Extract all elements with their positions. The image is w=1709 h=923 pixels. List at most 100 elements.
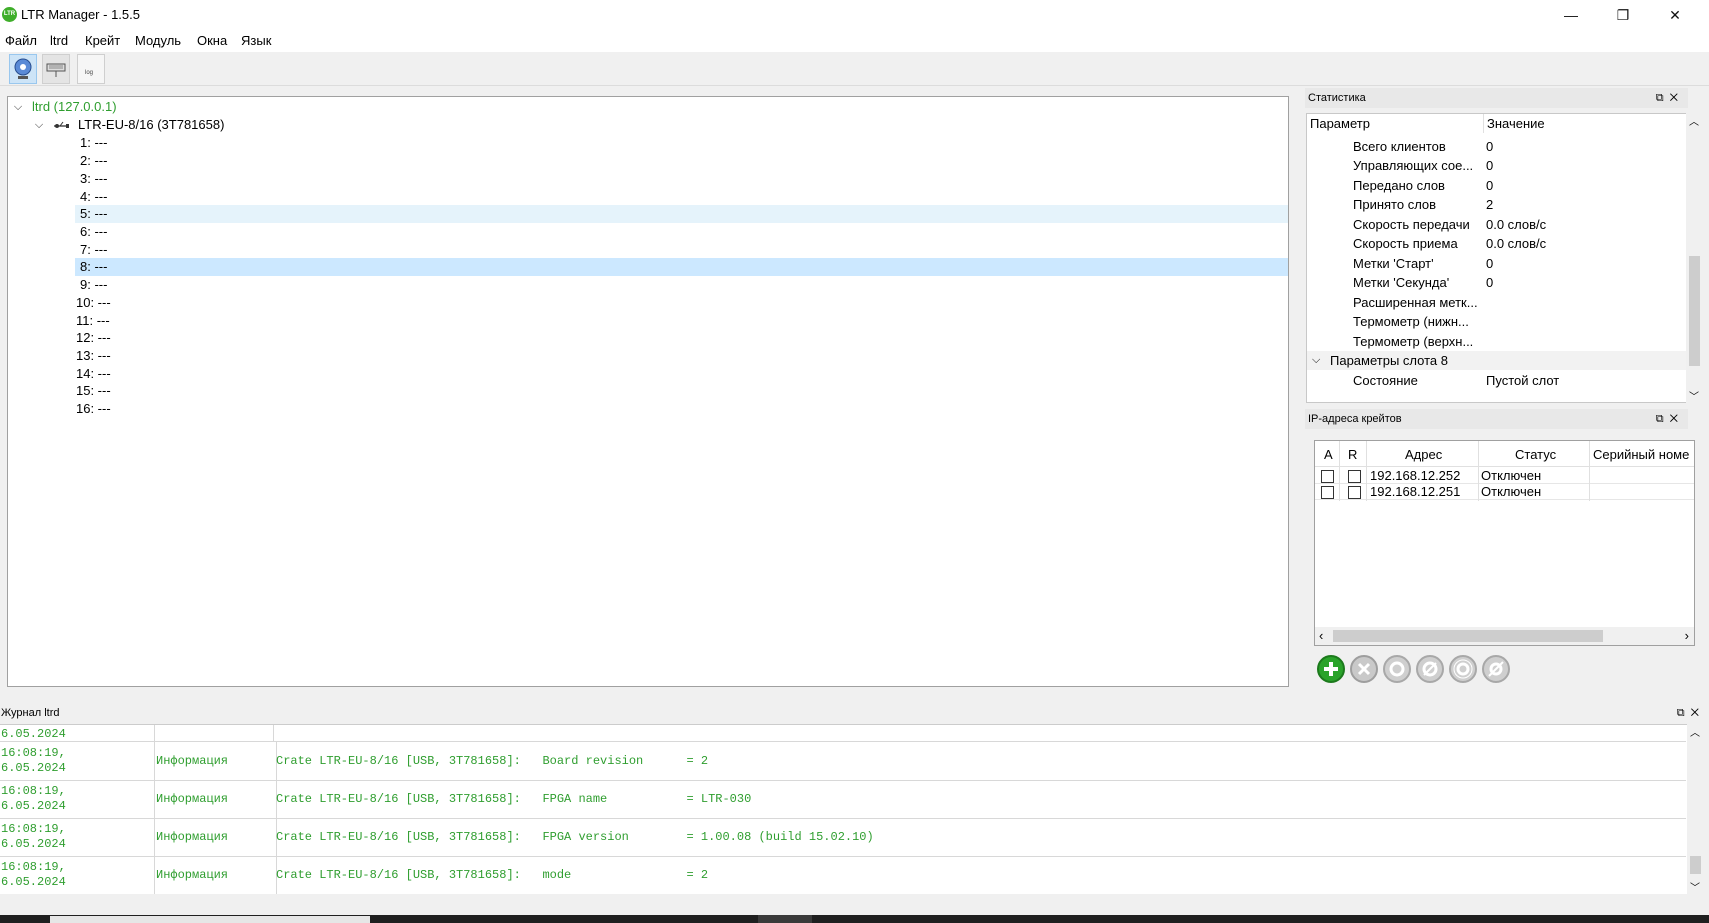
stats-panel-header: Статистика ⧉✕ (1305, 88, 1688, 108)
float-icon[interactable]: ⧉ (1656, 413, 1670, 425)
tree-slot-6[interactable]: 6: --- (8, 223, 1288, 241)
stats-table[interactable]: Параметр Значение Всего клиентов 0 Управл… (1306, 113, 1687, 403)
menu-module[interactable]: Модуль (135, 33, 181, 48)
menu-windows[interactable]: Окна (197, 33, 227, 48)
log-button[interactable]: log (77, 54, 105, 84)
toolbar: log (0, 52, 1709, 86)
connect-ip-button[interactable] (1383, 655, 1411, 683)
stats-row[interactable]: Передано слов 0 (1307, 176, 1686, 195)
stats-vscrollbar[interactable]: ︿ ﹀ (1686, 113, 1703, 403)
chevron-down-icon[interactable]: ⌵ (11, 98, 25, 116)
log-row[interactable]: 16:08:19, 6.05.2024 Информация Crate LTR-… (0, 856, 1686, 894)
stats-row[interactable]: Скорость передачи 0.0 слов/с (1307, 215, 1686, 234)
param-name: Расширенная метк... (1353, 295, 1478, 310)
tree-slot-13[interactable]: 13: --- (8, 347, 1288, 365)
log-row[interactable]: 16:08:19, 6.05.2024 Информация Crate LTR-… (0, 742, 1686, 781)
header-address[interactable]: Адрес (1405, 447, 1442, 463)
header-value[interactable]: Значение (1487, 114, 1545, 133)
close-icon[interactable]: ✕ (1670, 413, 1684, 425)
menu-crate[interactable]: Крейт (85, 33, 120, 48)
scroll-thumb[interactable] (1689, 256, 1700, 366)
header-a[interactable]: A (1324, 447, 1333, 463)
stats-group-slot-8[interactable]: ⌵ Параметры слота 8 (1307, 351, 1686, 370)
stats-row[interactable]: Состояние Пустой слот (1307, 371, 1686, 390)
stats-row[interactable]: Скорость приема 0.0 слов/с (1307, 234, 1686, 253)
server-connect-button[interactable] (9, 54, 37, 84)
add-ip-button[interactable] (1317, 655, 1345, 683)
remove-ip-button[interactable] (1350, 655, 1378, 683)
tree-slot-16[interactable]: 16: --- (8, 400, 1288, 418)
scroll-thumb[interactable] (1690, 856, 1701, 874)
disconnect-ip-button[interactable] (1416, 655, 1444, 683)
float-icon[interactable]: ⧉ (1677, 707, 1691, 719)
tree-slot-10[interactable]: 10: --- (8, 294, 1288, 312)
log-vscrollbar[interactable]: ︿ ﹀ (1687, 724, 1704, 894)
scroll-down-icon[interactable]: ﹀ (1689, 388, 1699, 403)
restore-button[interactable]: ❐ (1600, 0, 1646, 30)
ip-row[interactable]: 192.168.12.251 Отключен (1315, 484, 1694, 500)
close-icon[interactable]: ✕ (1670, 92, 1684, 104)
stats-row[interactable]: Термометр (верхн... (1307, 332, 1686, 351)
tree-slot-15[interactable]: 15: --- (8, 382, 1288, 400)
tree-slot-7[interactable]: 7: --- (8, 241, 1288, 259)
stats-row[interactable]: Управляющих сое... 0 (1307, 156, 1686, 175)
auto-checkbox[interactable] (1321, 486, 1334, 499)
header-serial[interactable]: Серийный номе (1593, 447, 1693, 463)
header-r[interactable]: R (1348, 447, 1357, 463)
header-status[interactable]: Статус (1515, 447, 1556, 463)
chevron-down-icon[interactable]: ⌵ (32, 116, 46, 134)
tree-slot-9[interactable]: 9: --- (8, 276, 1288, 294)
stats-row[interactable]: Термометр (нижн... (1307, 312, 1686, 331)
menu-ltrd[interactable]: ltrd (50, 33, 68, 48)
tree-slot-8[interactable]: 8: --- (75, 258, 1288, 276)
gear-icon (1389, 661, 1405, 677)
disconnect-all-button[interactable] (1482, 655, 1510, 683)
close-button[interactable]: ✕ (1652, 0, 1698, 30)
crate-tree[interactable]: ⌵ ltrd (127.0.0.1) ⌵ LTR-EU-8/16 (3T7816… (7, 96, 1289, 687)
header-parameter[interactable]: Параметр (1310, 114, 1370, 133)
scroll-left-icon[interactable]: ‹ (1319, 628, 1323, 643)
ip-table[interactable]: A R Адрес Статус Серийный номе 192.168.1… (1314, 440, 1695, 646)
tree-slot-11[interactable]: 11: --- (8, 312, 1288, 330)
tree-slot-1[interactable]: 1: --- (8, 134, 1288, 152)
stats-row[interactable]: Метки 'Старт' 0 (1307, 254, 1686, 273)
tree-crate[interactable]: ⌵ LTR-EU-8/16 (3T781658) (8, 116, 1288, 134)
scroll-up-icon[interactable]: ︿ (1690, 724, 1700, 739)
close-icon[interactable]: ✕ (1691, 707, 1705, 719)
disconnect-all-icon (1488, 661, 1504, 677)
menu-file[interactable]: Файл (5, 33, 37, 48)
connect-all-button[interactable] (1449, 655, 1477, 683)
tree-slot-2[interactable]: 2: --- (8, 152, 1288, 170)
chevron-down-icon[interactable]: ⌵ (1312, 351, 1320, 370)
scroll-thumb[interactable] (1333, 630, 1603, 642)
tree-root-ltrd[interactable]: ⌵ ltrd (127.0.0.1) (8, 98, 1288, 116)
tree-slot-4[interactable]: 4: --- (8, 188, 1288, 206)
float-icon[interactable]: ⧉ (1656, 92, 1670, 104)
tree-slot-12[interactable]: 12: --- (8, 329, 1288, 347)
log-panel-title: Журнал ltrd (1, 707, 60, 719)
auto-checkbox[interactable] (1321, 470, 1334, 483)
scroll-up-icon[interactable]: ︿ (1689, 113, 1699, 128)
log-row[interactable]: 16:08:19, 6.05.2024 Информация Crate LTR-… (0, 780, 1686, 819)
reconnect-checkbox[interactable] (1348, 486, 1361, 499)
tree-slot-3[interactable]: 3: --- (8, 170, 1288, 188)
ip-status: Отключен (1481, 484, 1542, 499)
stats-row[interactable]: Всего клиентов 0 (1307, 137, 1686, 156)
minimize-button[interactable]: — (1548, 0, 1594, 30)
log-row[interactable]: 16:08:19, 6.05.2024 Информация Crate LTR-… (0, 818, 1686, 857)
scroll-right-icon[interactable]: › (1685, 628, 1689, 643)
stats-row[interactable]: Расширенная метк... (1307, 293, 1686, 312)
scroll-down-icon[interactable]: ﹀ (1690, 879, 1700, 894)
log-table[interactable]: 6.05.2024 16:08:19, 6.05.2024 Информация … (0, 724, 1687, 894)
stats-row[interactable]: Метки 'Секунда' 0 (1307, 273, 1686, 292)
crate-button[interactable] (42, 54, 70, 84)
menu-language[interactable]: Язык (241, 33, 271, 48)
ip-hscrollbar[interactable]: ‹ › (1315, 627, 1694, 645)
param-value: 0 (1486, 275, 1494, 290)
stats-row[interactable]: Принято слов 2 (1307, 195, 1686, 214)
tree-slot-5[interactable]: 5: --- (75, 205, 1288, 223)
tree-slot-14[interactable]: 14: --- (8, 365, 1288, 383)
log-row-partial[interactable]: 6.05.2024 (0, 725, 1686, 742)
ip-row[interactable]: 192.168.12.252 Отключен (1315, 468, 1694, 484)
reconnect-checkbox[interactable] (1348, 470, 1361, 483)
